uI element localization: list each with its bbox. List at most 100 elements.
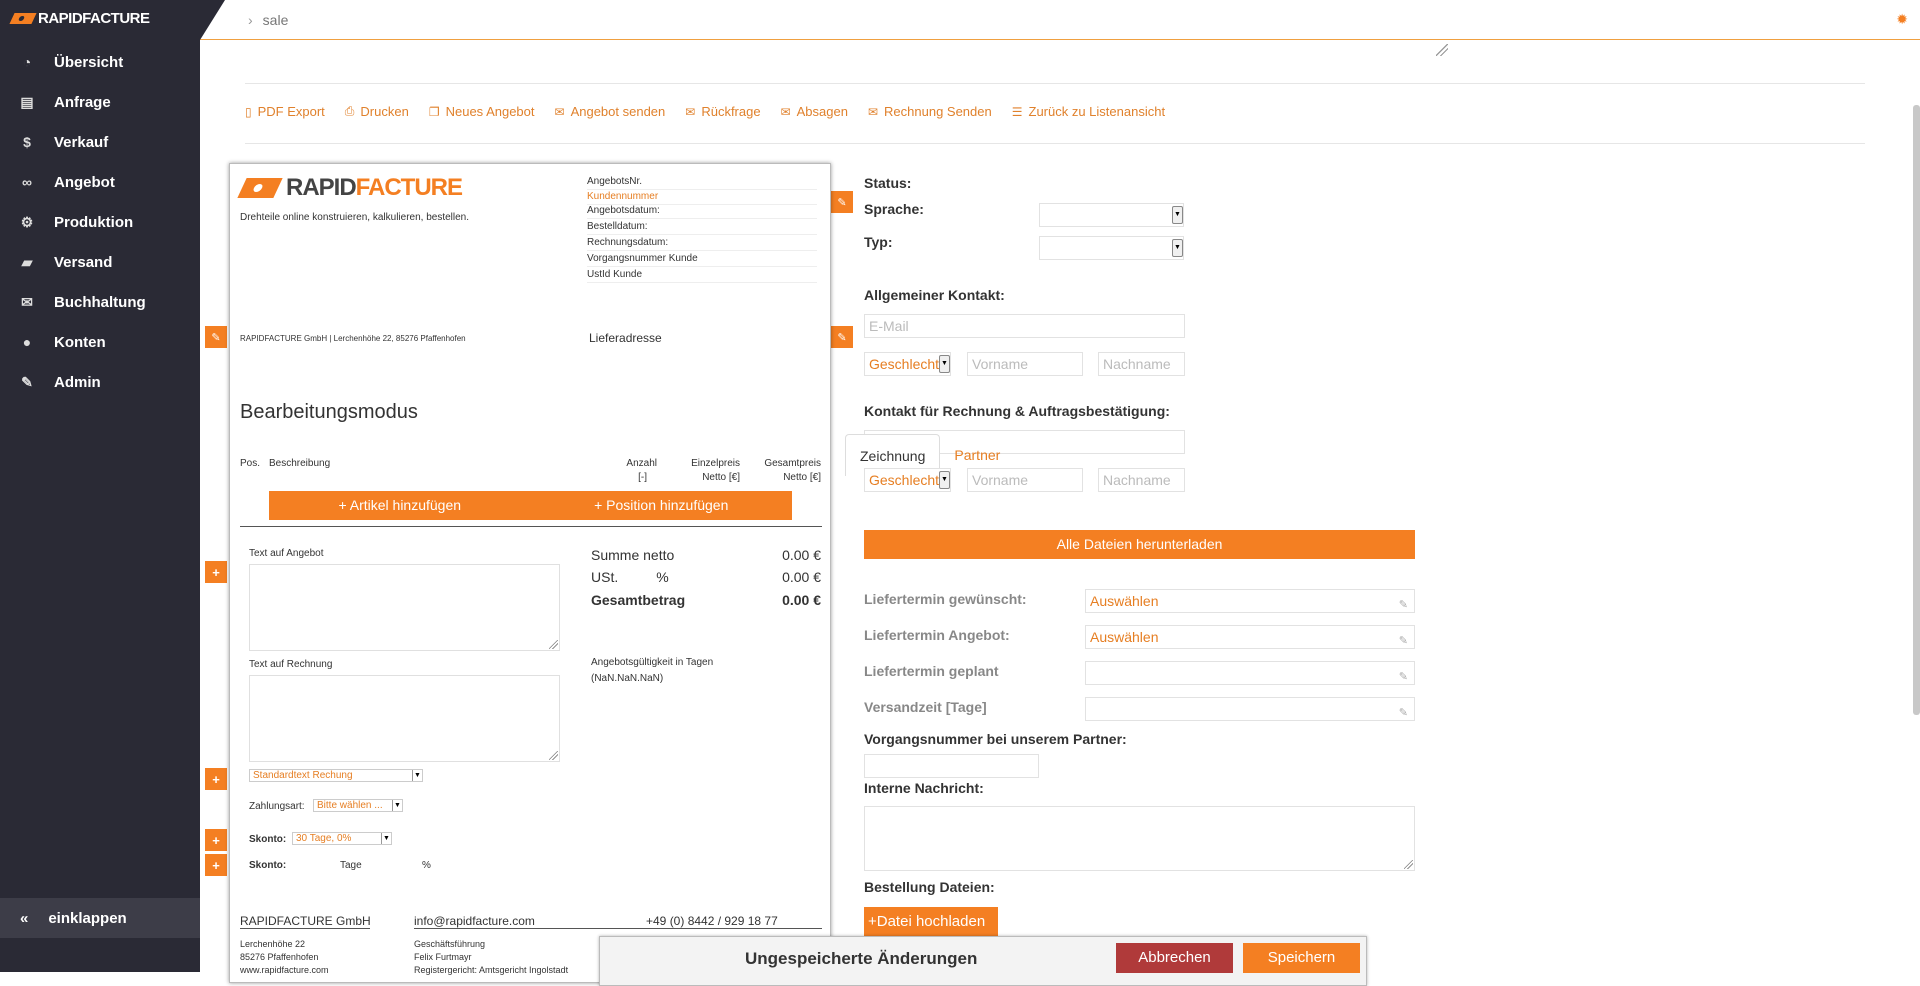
add-text-button[interactable]: + [205,561,227,583]
dropdown-arrow-icon: ▼ [1172,239,1183,257]
ust-pct[interactable]: % [656,569,668,585]
sender-line: RAPIDFACTURE GmbH | Lerchenhöhe 22, 8527… [240,334,466,343]
validity-label[interactable]: Angebotsgültigkeit in Tagen [591,657,713,668]
pencil-icon: ✎ [1398,671,1408,683]
delivery-wished-field[interactable]: Auswählen ✎ [1085,589,1415,613]
meta-kundennummer[interactable]: Kundennummer [587,191,817,205]
language-select[interactable]: ▼ [1039,203,1184,227]
send-invoice-button[interactable]: ✉ Rechnung Senden [868,104,992,119]
sidebar-item-buchhaltung[interactable]: ✉ Buchhaltung [0,282,200,322]
back-to-list-button[interactable]: ☰ Zurück zu Listenansicht [1012,104,1165,119]
action-label: Angebot senden [570,104,666,119]
add-article-button[interactable]: + Artikel hinzufügen [269,491,531,520]
app-logo-text: RAPIDFACTURE [38,9,150,27]
text-offer-textarea[interactable] [249,564,560,651]
upload-file-button[interactable]: +Datei hochladen [864,907,998,936]
add-position-button[interactable]: + Position hinzufügen [531,491,793,520]
total-label: Gesamtbetrag [591,592,686,608]
firstname-field[interactable]: Vorname [967,352,1083,376]
col-gesamtpreis-unit: Netto [€] [783,472,821,483]
add-skonto-button[interactable]: + [205,829,227,851]
page-scrollbar[interactable] [1913,105,1920,715]
delivery-planned-field[interactable]: ✎ [1085,661,1415,685]
standardtext-select[interactable]: Standardtext Rechung ▼ [249,769,423,782]
partner-reference-label: Vorgangsnummer bei unserem Partner: [864,731,1127,747]
billing-firstname-field[interactable]: Vorname [967,468,1083,492]
partner-reference-field[interactable] [864,754,1039,778]
sidebar-item-versand[interactable]: ▰ Versand [0,242,200,282]
print-button[interactable]: ⎙ Drucken [345,104,409,119]
download-all-button[interactable]: Alle Dateien herunterladen [864,530,1415,559]
gender-select[interactable]: Geschlecht ▼ [864,352,951,376]
collapse-button[interactable]: « einklappen [0,898,200,938]
add-skonto2-button[interactable]: + [205,854,227,876]
footer-company: RAPIDFACTURE GmbH [240,914,371,928]
pdf-export-button[interactable]: ▯ PDF Export [245,104,325,119]
sidebar-item-label: Versand [54,253,113,271]
delivery-offer-label: Liefertermin Angebot: [864,627,1010,643]
sidebar-item-konten[interactable]: ● Konten [0,322,200,362]
inquiry-button[interactable]: ✉ Rückfrage [685,104,760,119]
payment-method-value: Bitte wählen ... [317,800,383,811]
internal-message-textarea[interactable] [864,806,1415,871]
meta-bestelldatum[interactable]: Bestelldatum: [587,221,817,235]
total-value: 0.00 € [782,592,821,608]
unsaved-title: Ungespeicherte Änderungen [745,949,978,968]
sidebar-item-uebersicht[interactable]: ◔ Übersicht [0,42,200,82]
skonto-select[interactable]: 30 Tage, 0% ▼ [292,832,392,845]
envelope-icon: ✉ [685,104,696,119]
payment-method-select[interactable]: Bitte wählen ... ▼ [313,799,403,812]
breadcrumb-item[interactable]: sale [263,12,289,28]
skonto-value: 30 Tage, 0% [296,833,352,844]
cancel-button[interactable]: Abbrechen [1116,943,1233,973]
pencil-icon: ✎ [837,196,847,209]
save-button[interactable]: Speichern [1243,943,1360,973]
meta-angebotsdatum[interactable]: Angebotsdatum: [587,205,817,219]
email-field[interactable]: E-Mail [864,314,1185,338]
shipping-time-field[interactable]: ✎ [1085,697,1415,721]
dropdown-arrow-icon: ▼ [939,471,950,489]
ust-label-group: USt.% [591,569,669,585]
sidebar-item-produktion[interactable]: ⚙ Produktion [0,202,200,242]
billing-lastname-field[interactable]: Nachname [1098,468,1185,492]
sidebar-item-admin[interactable]: ✎ Admin [0,362,200,402]
netto-label: Summe netto [591,547,675,563]
meta-ustid[interactable]: UstId Kunde [587,269,817,283]
billing-gender-select[interactable]: Geschlecht ▼ [864,468,951,492]
breadcrumb: › sale [248,12,288,28]
sidebar-item-verkauf[interactable]: $ Verkauf [0,122,200,162]
pencil-icon: ✎ [837,331,847,344]
decline-button[interactable]: ✉ Absagen [781,104,848,119]
type-select[interactable]: ▼ [1039,236,1184,260]
edit-meta-button[interactable]: ✎ [831,191,853,213]
offer-document: RAPID FACTURE Drehteile online konstruier… [229,163,831,983]
app-logo[interactable]: RAPIDFACTURE [0,0,200,36]
text-invoice-textarea[interactable] [249,675,560,762]
delivery-offer-field[interactable]: Auswählen ✎ [1085,625,1415,649]
sidebar-item-angebot[interactable]: ∞ Angebot [0,162,200,202]
pie-chart-icon: ◔ [22,54,32,70]
settings-gear-icon[interactable]: ✹ [1896,11,1908,28]
edit-delivery-address-button[interactable]: ✎ [831,326,853,348]
lastname-field[interactable]: Nachname [1098,352,1185,376]
dropdown-arrow-icon: ▼ [1172,206,1183,224]
meta-angebotsnr[interactable]: AngebotsNr. [587,176,817,190]
skonto2-percent[interactable]: % [422,860,431,871]
sidebar-item-anfrage[interactable]: ▤ Anfrage [0,82,200,122]
gender-value: Geschlecht [869,356,940,372]
send-offer-button[interactable]: ✉ Angebot senden [555,104,666,119]
divider [240,928,370,929]
col-einzelpreis-unit: Netto [€] [702,472,740,483]
skonto2-days[interactable]: Tage [340,860,362,871]
new-offer-button[interactable]: ❐ Neues Angebot [429,104,535,119]
add-standardtext-button[interactable]: + [205,768,227,790]
logo-mark-icon [237,178,283,198]
meta-rechnungsdatum[interactable]: Rechnungsdatum: [587,237,817,251]
skonto2-label: Skonto: [249,860,287,871]
link-icon: ∞ [22,174,32,190]
resize-handle[interactable] [1436,44,1448,56]
edit-sender-button[interactable]: ✎ [205,326,227,348]
meta-vorgangsnummer[interactable]: Vorgangsnummer Kunde [587,253,817,267]
internal-message-label: Interne Nachricht: [864,780,984,796]
logo-text-dark: RAPID [286,174,357,201]
